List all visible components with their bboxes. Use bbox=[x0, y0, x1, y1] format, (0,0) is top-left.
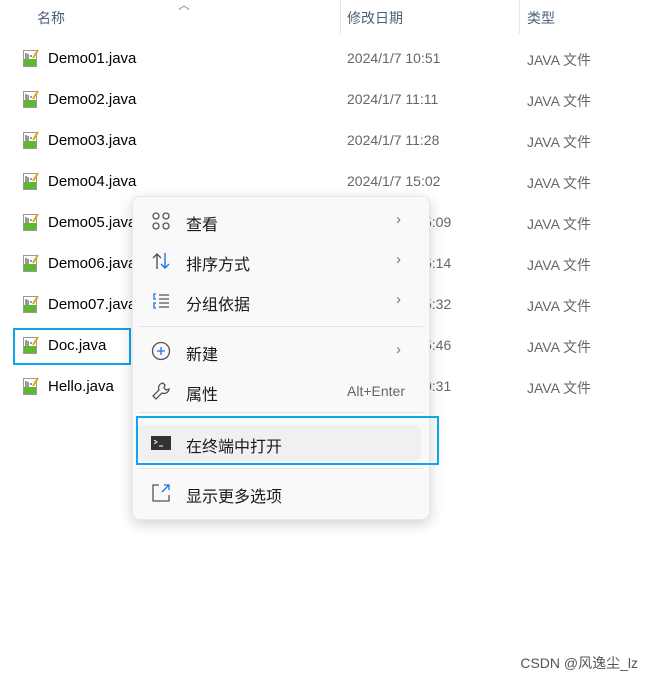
file-type: JAVA 文件 bbox=[527, 175, 592, 191]
file-row[interactable]: Demo03.java 2024/1/7 11:28 JAVA 文件 bbox=[0, 126, 652, 156]
column-header-date[interactable]: 修改日期 bbox=[347, 8, 403, 28]
menu-item-label: 显示更多选项 bbox=[186, 489, 283, 506]
java-file-icon bbox=[23, 172, 39, 190]
menu-item-label: 排序方式 bbox=[186, 257, 251, 274]
file-type: JAVA 文件 bbox=[527, 216, 592, 232]
menu-item-label: 属性 bbox=[186, 387, 219, 404]
menu-separator bbox=[139, 468, 423, 469]
menu-item-label: 分组依据 bbox=[186, 297, 251, 314]
file-name: Demo07.java bbox=[48, 296, 137, 313]
column-divider[interactable] bbox=[519, 0, 520, 34]
chevron-right-icon: › bbox=[396, 251, 401, 268]
file-type: JAVA 文件 bbox=[527, 93, 592, 109]
file-type: JAVA 文件 bbox=[527, 298, 592, 314]
menu-separator bbox=[139, 412, 423, 413]
menu-item[interactable]: 分组依据 › bbox=[137, 283, 421, 319]
java-file-icon bbox=[23, 254, 39, 272]
chevron-right-icon: › bbox=[396, 291, 401, 308]
sort-up-icon: ︿ bbox=[178, 0, 191, 12]
java-file-icon bbox=[23, 295, 39, 313]
external-link-icon bbox=[151, 483, 171, 503]
file-name: Demo03.java bbox=[48, 132, 137, 149]
menu-item[interactable]: 属性 Alt+Enter bbox=[137, 373, 421, 409]
group-list-icon bbox=[151, 291, 171, 311]
file-name: Demo02.java bbox=[48, 91, 137, 108]
grid-view-icon bbox=[151, 211, 171, 231]
file-row[interactable]: Demo01.java 2024/1/7 10:51 JAVA 文件 bbox=[0, 44, 652, 74]
java-file-icon bbox=[23, 213, 39, 231]
focus-outline bbox=[136, 416, 439, 465]
menu-item-label: 查看 bbox=[186, 217, 219, 234]
context-menu: 查看 › 排序方式 › 分组依据 › 新建 › 属性 Alt+Enter 在终端… bbox=[132, 196, 430, 520]
menu-item[interactable]: 新建 › bbox=[137, 333, 421, 369]
file-type: JAVA 文件 bbox=[527, 134, 592, 150]
file-name: Demo05.java bbox=[48, 214, 137, 231]
column-divider[interactable] bbox=[340, 0, 341, 34]
watermark: CSDN @风逸尘_lz bbox=[520, 655, 638, 671]
menu-item[interactable]: 查看 › bbox=[137, 203, 421, 239]
shortcut-label: Alt+Enter bbox=[347, 383, 405, 399]
java-file-icon bbox=[23, 90, 39, 108]
java-file-icon bbox=[23, 49, 39, 67]
file-date: 2024/1/7 11:28 bbox=[347, 132, 440, 148]
menu-separator bbox=[139, 326, 423, 327]
file-type: JAVA 文件 bbox=[527, 52, 592, 68]
file-row[interactable]: Demo02.java 2024/1/7 11:11 JAVA 文件 bbox=[0, 85, 652, 115]
java-file-icon bbox=[23, 377, 39, 395]
menu-item[interactable]: 排序方式 › bbox=[137, 243, 421, 279]
file-type: JAVA 文件 bbox=[527, 257, 592, 273]
file-date: 2024/1/7 11:11 bbox=[347, 91, 439, 107]
file-row[interactable]: Demo04.java 2024/1/7 15:02 JAVA 文件 bbox=[0, 167, 652, 197]
file-date: 2024/1/7 10:51 bbox=[347, 50, 441, 66]
sort-arrows-icon bbox=[151, 251, 171, 271]
selection-highlight bbox=[13, 328, 131, 365]
file-name: Hello.java bbox=[48, 378, 114, 395]
file-type: JAVA 文件 bbox=[527, 339, 592, 355]
menu-item-label: 新建 bbox=[186, 347, 219, 364]
column-header-name[interactable]: 名称 bbox=[37, 8, 65, 28]
menu-item[interactable]: 显示更多选项 bbox=[137, 475, 421, 511]
file-name: Demo06.java bbox=[48, 255, 137, 272]
file-date: 2024/1/7 15:02 bbox=[347, 173, 441, 189]
plus-circle-icon bbox=[151, 341, 171, 361]
column-header-type[interactable]: 类型 bbox=[527, 8, 555, 28]
java-file-icon bbox=[23, 131, 39, 149]
file-type: JAVA 文件 bbox=[527, 380, 592, 396]
wrench-icon bbox=[151, 381, 171, 401]
chevron-right-icon: › bbox=[396, 211, 401, 228]
file-name: Demo04.java bbox=[48, 173, 137, 190]
chevron-right-icon: › bbox=[396, 341, 401, 358]
file-name: Demo01.java bbox=[48, 50, 137, 67]
